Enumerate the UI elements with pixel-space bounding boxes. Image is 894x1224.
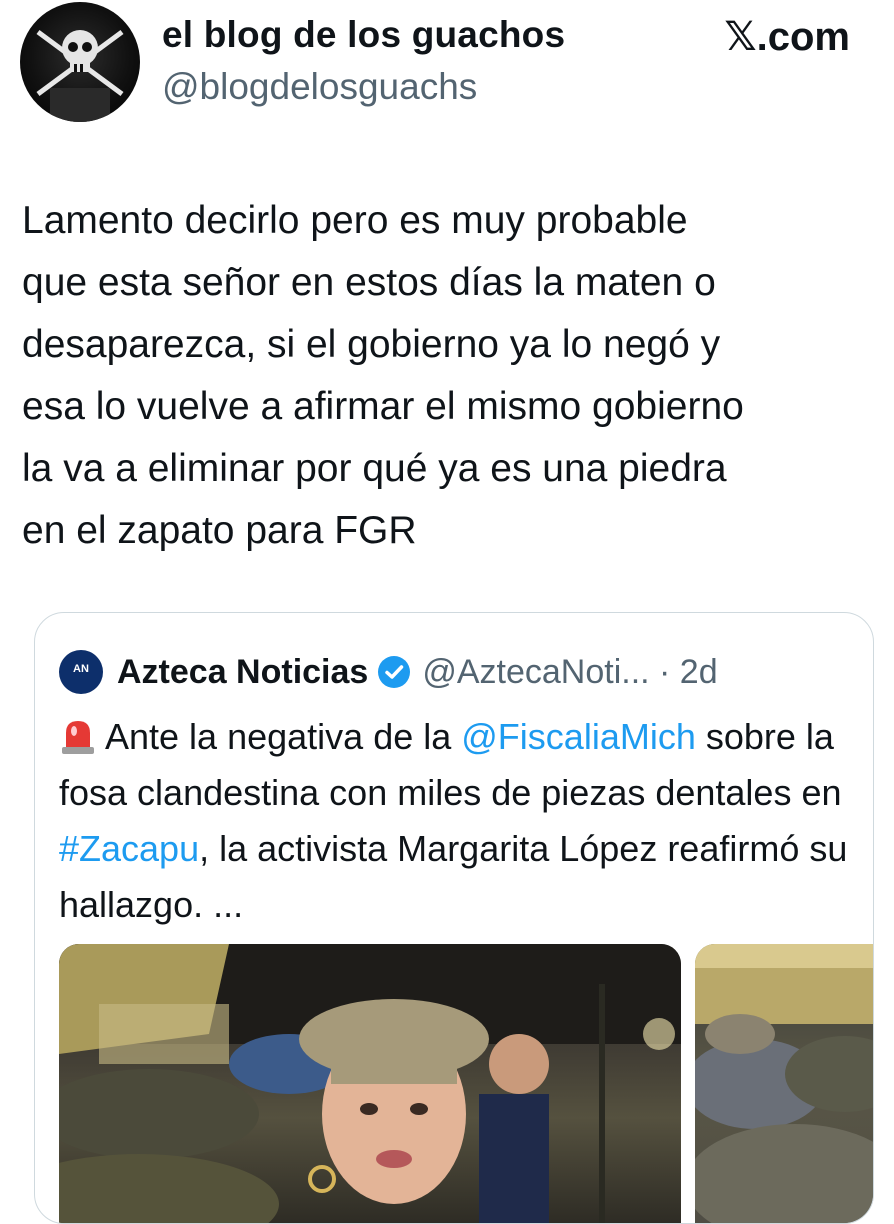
siren-emoji (62, 721, 94, 754)
skull-crossed-swords-icon (36, 29, 124, 122)
tents-image (695, 944, 873, 1223)
site-label: 𝕏.com (724, 15, 850, 59)
quoted-tweet-card[interactable]: AN Azteca Noticias @AztecaNoti... · 2d A… (34, 612, 874, 1224)
hashtag-link[interactable]: #Zacapu (59, 828, 199, 869)
display-name[interactable]: el blog de los guachos (162, 14, 565, 56)
user-handle[interactable]: @blogdelosguachs (162, 66, 477, 108)
avatar[interactable] (20, 2, 140, 122)
quoted-author-handle-time[interactable]: @AztecaNoti... · 2d (422, 653, 717, 692)
verified-badge-icon (378, 656, 411, 688)
second-media-thumbnail[interactable] (695, 944, 873, 1223)
tweet-text: Lamento decirlo pero es muy probable que… (22, 199, 744, 552)
quoted-tweet-header: AN Azteca Noticias @AztecaNoti... · 2d (59, 647, 718, 697)
quote-text-part-1: Ante la negativa de la (105, 716, 462, 757)
logo-text: AN (73, 663, 89, 675)
quoted-tweet-text: Ante la negativa de la @FiscaliaMich sob… (59, 709, 859, 933)
street-scene-image (59, 944, 681, 1223)
mention-link[interactable]: @FiscaliaMich (461, 716, 696, 757)
video-thumbnail[interactable] (59, 944, 681, 1223)
quoted-author-name[interactable]: Azteca Noticias (117, 653, 368, 692)
azteca-noticias-logo[interactable]: AN (59, 650, 103, 694)
